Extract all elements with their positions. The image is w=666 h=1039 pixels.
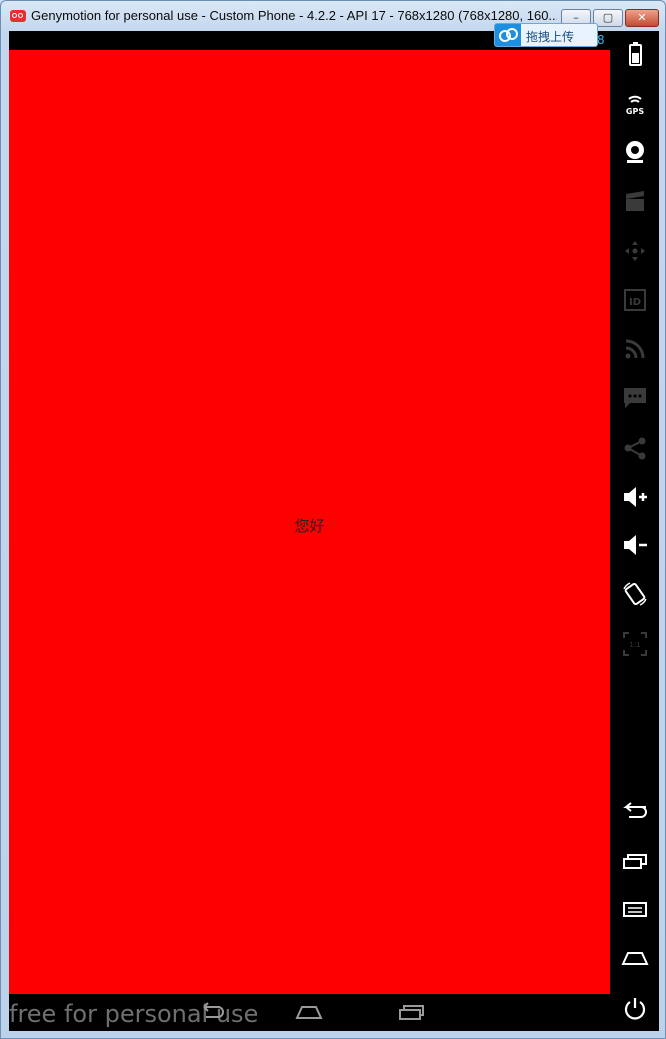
back-icon[interactable]: [620, 796, 650, 826]
device-frame: 8 您好 free for personal use GPS ID 1:1: [9, 31, 659, 1031]
rotate-icon[interactable]: [620, 579, 650, 609]
drag-upload-label: 拖拽上传: [526, 30, 575, 44]
id-label: ID: [629, 297, 641, 308]
volume-up-icon[interactable]: [620, 482, 650, 512]
power-icon[interactable]: [620, 993, 650, 1023]
menu-icon[interactable]: [620, 894, 650, 924]
close-button[interactable]: ✕: [625, 9, 659, 27]
recent-apps-icon[interactable]: [620, 846, 650, 876]
rss-icon: [620, 334, 650, 364]
genymotion-logo-icon: [10, 10, 26, 22]
sms-icon: [620, 383, 650, 413]
screencast-icon: [620, 187, 650, 217]
scale-1-1-icon: 1:1: [620, 629, 650, 659]
device-id-icon: ID: [620, 285, 650, 315]
hello-text: 您好: [294, 517, 325, 535]
drag-upload-button[interactable]: 拖拽上传: [494, 23, 598, 47]
android-nav-bar: free for personal use: [9, 994, 610, 1031]
application-window: Genymotion for personal use - Custom Pho…: [0, 0, 666, 1039]
gps-label: GPS: [626, 107, 644, 116]
window-title: Genymotion for personal use - Custom Pho…: [31, 8, 557, 23]
share-icon: [620, 433, 650, 463]
webcam-icon[interactable]: [620, 137, 650, 167]
nav-recent-apps-icon[interactable]: [396, 1001, 426, 1023]
nav-home-icon[interactable]: [294, 1001, 324, 1023]
genymotion-sidebar: GPS ID 1:1: [610, 31, 659, 1031]
nav-back-icon[interactable]: [196, 1001, 226, 1023]
cloud-upload-icon: [495, 24, 521, 46]
status-value: 8: [597, 33, 605, 47]
gps-icon[interactable]: GPS: [620, 89, 650, 119]
dpad-icon: [620, 236, 650, 266]
scale-label: 1:1: [629, 641, 640, 649]
battery-icon[interactable]: [620, 39, 650, 69]
volume-down-icon[interactable]: [620, 530, 650, 560]
home-icon[interactable]: [620, 943, 650, 973]
app-screen[interactable]: 您好: [9, 50, 610, 994]
